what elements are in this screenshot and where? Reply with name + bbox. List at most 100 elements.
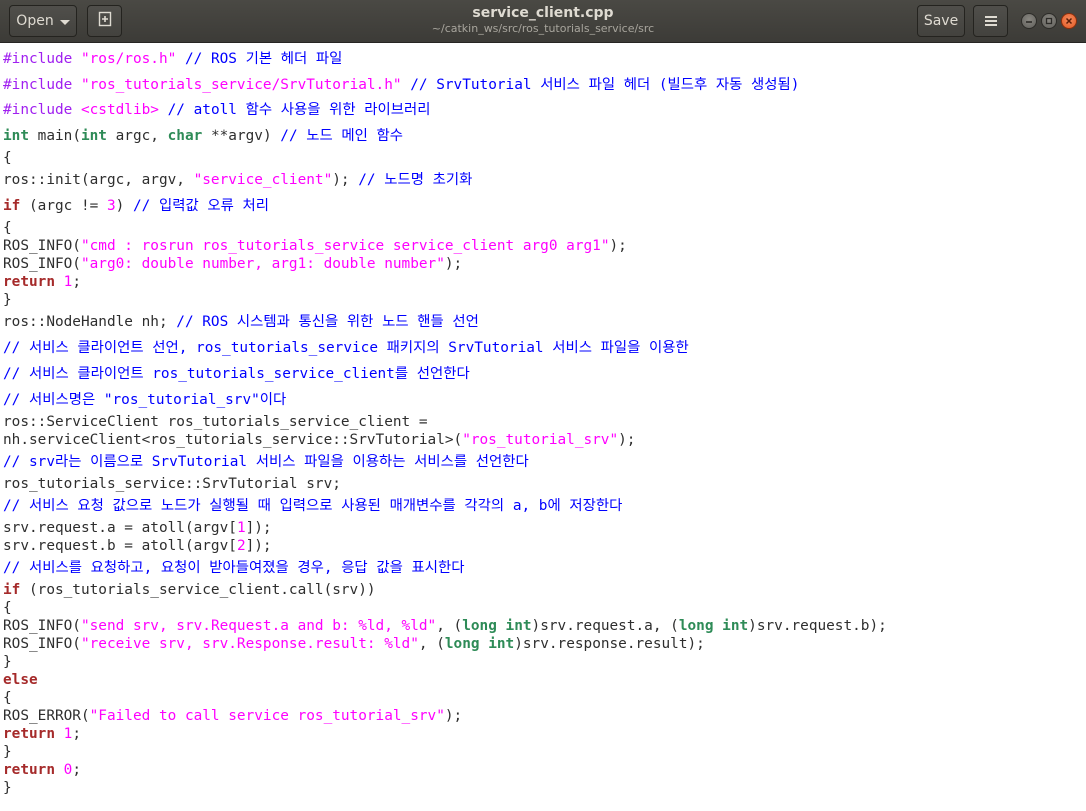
- open-button-label: Open: [16, 13, 54, 29]
- code-line: {: [3, 149, 12, 167]
- save-button[interactable]: Save: [917, 5, 965, 37]
- code-token: );: [444, 708, 463, 724]
- code-line: // 서비스명은 "ros_tutorial_srv"이다: [3, 391, 286, 409]
- code-line: #include "ros_tutorials_service/SrvTutor…: [3, 76, 799, 94]
- code-token: ROS_ERROR(: [3, 708, 90, 724]
- code-token: argc,: [106, 128, 168, 144]
- open-button[interactable]: Open: [9, 5, 77, 37]
- code-token: return: [3, 726, 55, 742]
- code-token: return: [3, 762, 55, 778]
- code-token: ros::init(argc, argv,: [3, 172, 194, 188]
- code-token: , (: [436, 618, 463, 634]
- code-token: int: [80, 128, 107, 144]
- window-subtitle: ~/catkin_ws/src/ros_tutorials_service/sr…: [431, 22, 655, 35]
- code-token: int: [722, 618, 749, 634]
- minimize-button[interactable]: [1021, 13, 1037, 29]
- maximize-button[interactable]: [1041, 13, 1057, 29]
- code-line: // 서비스 클라이언트 선언, ros_tutorials_service 패…: [3, 339, 689, 357]
- code-token: else: [3, 672, 38, 688]
- code-token: return: [3, 274, 55, 290]
- code-token: "ros/ros.h": [80, 51, 177, 67]
- code-line: {: [3, 219, 12, 237]
- code-token: {: [3, 690, 12, 706]
- code-line: ros::NodeHandle nh; // ROS 시스템과 통신을 위한 노…: [3, 313, 479, 331]
- code-token: , (: [418, 636, 445, 652]
- code-token: "ros_tutorials_service/SrvTutorial.h": [80, 77, 402, 93]
- code-line: ROS_ERROR("Failed to call service ros_tu…: [3, 707, 462, 725]
- code-token: "send srv, srv.Request.a and b: %ld, %ld…: [80, 618, 437, 634]
- code-line: srv.request.a = atoll(argv[1]);: [3, 519, 272, 537]
- new-document-icon: [97, 11, 113, 31]
- code-token: ;: [72, 274, 81, 290]
- code-token: );: [332, 172, 359, 188]
- code-line: // 서비스를 요청하고, 요청이 받아들여졌을 경우, 응답 값을 표시한다: [3, 559, 464, 577]
- code-token: srv.request.a = atoll(argv[: [3, 520, 237, 536]
- code-editor[interactable]: #include "ros/ros.h" // ROS 기본 헤더 파일 #inc…: [0, 43, 1086, 811]
- code-token: }: [3, 744, 12, 760]
- code-line: srv.request.b = atoll(argv[2]);: [3, 537, 272, 555]
- code-token: }: [3, 780, 12, 796]
- code-token: // 서비스명은 "ros_tutorial_srv"이다: [3, 392, 287, 408]
- code-token: ros::NodeHandle nh;: [3, 314, 177, 330]
- code-line: }: [3, 291, 12, 309]
- code-token: // 노드명 초기화: [358, 172, 473, 188]
- menu-button[interactable]: [973, 5, 1008, 37]
- code-line: }: [3, 653, 12, 671]
- close-button[interactable]: [1061, 13, 1077, 29]
- code-token: ]);: [245, 538, 272, 554]
- code-line: #include <cstdlib> // atoll 함수 사용을 위한 라이…: [3, 101, 430, 119]
- code-token: // atoll 함수 사용을 위한 라이브러리: [167, 102, 431, 118]
- code-line: int main(int argc, char **argv) // 노드 메인…: [3, 127, 403, 145]
- code-token: if: [3, 582, 21, 598]
- code-token: if: [3, 198, 21, 214]
- code-token: **argv): [202, 128, 281, 144]
- code-token: long: [444, 636, 480, 652]
- code-token: {: [3, 220, 12, 236]
- code-token: 1: [236, 520, 246, 536]
- code-token: #include: [3, 77, 81, 93]
- code-token: // 입력값 오류 처리: [132, 198, 269, 214]
- code-token: ros::ServiceClient ros_tutorials_service…: [3, 414, 428, 430]
- code-token: char: [167, 128, 203, 144]
- code-line: nh.serviceClient<ros_tutorials_service::…: [3, 431, 635, 449]
- code-line: #include "ros/ros.h" // ROS 기본 헤더 파일: [3, 50, 342, 68]
- code-token: );: [609, 238, 627, 254]
- code-token: // 서비스를 요청하고, 요청이 받아들여졌을 경우, 응답 값을 표시한다: [3, 560, 465, 576]
- code-token: // 서비스 클라이언트 선언, ros_tutorials_service 패…: [3, 340, 689, 356]
- code-token: ROS_INFO(: [3, 618, 81, 634]
- code-token: main(: [29, 128, 81, 144]
- code-token: // 서비스 클라이언트 ros_tutorials_service_clien…: [3, 366, 470, 382]
- code-token: nh.serviceClient<ros_tutorials_service::…: [3, 432, 463, 448]
- window-title-area: service_client.cpp ~/catkin_ws/src/ros_t…: [300, 4, 786, 36]
- new-document-button[interactable]: [87, 5, 122, 37]
- code-line: ROS_INFO("receive srv, srv.Response.resu…: [3, 635, 705, 653]
- code-line: ROS_INFO("cmd : rosrun ros_tutorials_ser…: [3, 237, 627, 255]
- header-bar: Open service_client.cpp ~/catkin_ws/src/…: [0, 0, 1086, 43]
- code-token: )srv.request.a, (: [531, 618, 679, 634]
- code-token: #include: [3, 51, 81, 67]
- code-line: ros_tutorials_service::SrvTutorial srv;: [3, 475, 341, 493]
- code-line: // 서비스 요청 값으로 노드가 실행될 때 입력으로 사용된 매개변수를 각…: [3, 497, 622, 515]
- code-token: "receive srv, srv.Response.result: %ld": [80, 636, 419, 652]
- code-line: return 1;: [3, 273, 81, 291]
- code-line: ros::init(argc, argv, "service_client");…: [3, 171, 472, 189]
- code-line: }: [3, 779, 12, 797]
- code-token: long: [678, 618, 714, 634]
- code-token: );: [444, 256, 463, 272]
- code-token: <cstdlib>: [80, 102, 159, 118]
- code-token: "cmd : rosrun ros_tutorials_service serv…: [80, 238, 610, 254]
- code-token: // ROS 기본 헤더 파일: [184, 51, 343, 67]
- code-token: (argc !=: [20, 198, 107, 214]
- window-title: service_client.cpp: [472, 5, 614, 21]
- code-line: return 0;: [3, 761, 81, 779]
- code-token: ROS_INFO(: [3, 256, 81, 272]
- code-token: int: [3, 128, 29, 144]
- code-token: long: [462, 618, 497, 634]
- code-token: int: [505, 618, 532, 634]
